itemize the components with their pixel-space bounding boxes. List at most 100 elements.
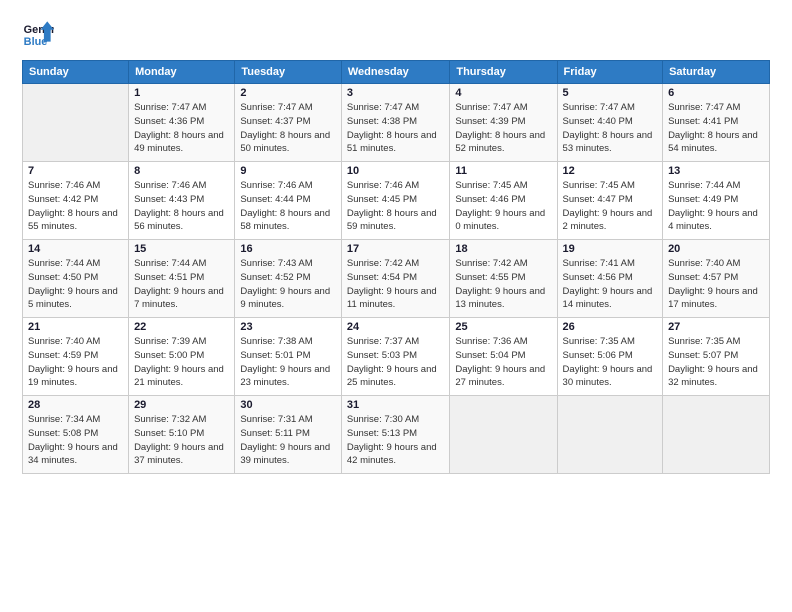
calendar-week-row: 1 Sunrise: 7:47 AMSunset: 4:36 PMDaylight… bbox=[23, 84, 770, 162]
day-info: Sunrise: 7:45 AMSunset: 4:46 PMDaylight:… bbox=[455, 179, 551, 234]
day-info: Sunrise: 7:46 AMSunset: 4:44 PMDaylight:… bbox=[240, 179, 336, 234]
calendar-cell: 28 Sunrise: 7:34 AMSunset: 5:08 PMDayligh… bbox=[23, 396, 129, 474]
day-number: 25 bbox=[455, 321, 551, 333]
day-info: Sunrise: 7:31 AMSunset: 5:11 PMDaylight:… bbox=[240, 413, 336, 468]
day-number: 1 bbox=[134, 87, 229, 99]
page: General Blue SundayMondayTuesdayWednesda… bbox=[0, 0, 792, 612]
calendar-cell bbox=[450, 396, 557, 474]
day-number: 3 bbox=[347, 87, 445, 99]
calendar-cell: 23 Sunrise: 7:38 AMSunset: 5:01 PMDayligh… bbox=[235, 318, 342, 396]
day-number: 26 bbox=[563, 321, 658, 333]
day-number: 30 bbox=[240, 399, 336, 411]
day-info: Sunrise: 7:46 AMSunset: 4:45 PMDaylight:… bbox=[347, 179, 445, 234]
day-number: 8 bbox=[134, 165, 229, 177]
calendar-cell: 10 Sunrise: 7:46 AMSunset: 4:45 PMDayligh… bbox=[341, 162, 450, 240]
calendar-week-row: 21 Sunrise: 7:40 AMSunset: 4:59 PMDayligh… bbox=[23, 318, 770, 396]
day-number: 20 bbox=[668, 243, 764, 255]
day-number: 16 bbox=[240, 243, 336, 255]
calendar-cell: 31 Sunrise: 7:30 AMSunset: 5:13 PMDayligh… bbox=[341, 396, 450, 474]
calendar-cell: 16 Sunrise: 7:43 AMSunset: 4:52 PMDayligh… bbox=[235, 240, 342, 318]
calendar-cell: 18Sunrise: 7:42 AMSunset: 4:55 PMDayligh… bbox=[450, 240, 557, 318]
svg-text:Blue: Blue bbox=[24, 36, 48, 48]
day-info: Sunrise: 7:44 AMSunset: 4:51 PMDaylight:… bbox=[134, 257, 229, 312]
day-info: Sunrise: 7:32 AMSunset: 5:10 PMDaylight:… bbox=[134, 413, 229, 468]
day-number: 6 bbox=[668, 87, 764, 99]
day-info: Sunrise: 7:47 AMSunset: 4:38 PMDaylight:… bbox=[347, 101, 445, 156]
calendar-cell: 3 Sunrise: 7:47 AMSunset: 4:38 PMDaylight… bbox=[341, 84, 450, 162]
day-info: Sunrise: 7:30 AMSunset: 5:13 PMDaylight:… bbox=[347, 413, 445, 468]
day-number: 22 bbox=[134, 321, 229, 333]
weekday-header-saturday: Saturday bbox=[663, 61, 770, 84]
day-info: Sunrise: 7:47 AMSunset: 4:41 PMDaylight:… bbox=[668, 101, 764, 156]
day-info: Sunrise: 7:34 AMSunset: 5:08 PMDaylight:… bbox=[28, 413, 123, 468]
calendar-cell: 19 Sunrise: 7:41 AMSunset: 4:56 PMDayligh… bbox=[557, 240, 663, 318]
calendar-cell: 9 Sunrise: 7:46 AMSunset: 4:44 PMDaylight… bbox=[235, 162, 342, 240]
calendar-cell: 24 Sunrise: 7:37 AMSunset: 5:03 PMDayligh… bbox=[341, 318, 450, 396]
day-info: Sunrise: 7:43 AMSunset: 4:52 PMDaylight:… bbox=[240, 257, 336, 312]
calendar-cell: 25 Sunrise: 7:36 AMSunset: 5:04 PMDayligh… bbox=[450, 318, 557, 396]
calendar-cell: 26 Sunrise: 7:35 AMSunset: 5:06 PMDayligh… bbox=[557, 318, 663, 396]
calendar-cell bbox=[557, 396, 663, 474]
weekday-header-thursday: Thursday bbox=[450, 61, 557, 84]
logo-icon: General Blue bbox=[22, 18, 54, 50]
day-info: Sunrise: 7:46 AMSunset: 4:42 PMDaylight:… bbox=[28, 179, 123, 234]
day-number: 19 bbox=[563, 243, 658, 255]
weekday-header-row: SundayMondayTuesdayWednesdayThursdayFrid… bbox=[23, 61, 770, 84]
calendar-cell: 21 Sunrise: 7:40 AMSunset: 4:59 PMDayligh… bbox=[23, 318, 129, 396]
day-number: 27 bbox=[668, 321, 764, 333]
calendar-cell: 14 Sunrise: 7:44 AMSunset: 4:50 PMDayligh… bbox=[23, 240, 129, 318]
calendar-cell: 7Sunrise: 7:46 AMSunset: 4:42 PMDaylight… bbox=[23, 162, 129, 240]
calendar-cell: 2 Sunrise: 7:47 AMSunset: 4:37 PMDaylight… bbox=[235, 84, 342, 162]
day-info: Sunrise: 7:45 AMSunset: 4:47 PMDaylight:… bbox=[563, 179, 658, 234]
day-number: 2 bbox=[240, 87, 336, 99]
weekday-header-friday: Friday bbox=[557, 61, 663, 84]
day-info: Sunrise: 7:40 AMSunset: 4:57 PMDaylight:… bbox=[668, 257, 764, 312]
day-info: Sunrise: 7:44 AMSunset: 4:49 PMDaylight:… bbox=[668, 179, 764, 234]
day-number: 14 bbox=[28, 243, 123, 255]
calendar-cell: 13 Sunrise: 7:44 AMSunset: 4:49 PMDayligh… bbox=[663, 162, 770, 240]
day-number: 13 bbox=[668, 165, 764, 177]
day-info: Sunrise: 7:37 AMSunset: 5:03 PMDaylight:… bbox=[347, 335, 445, 390]
calendar-table: SundayMondayTuesdayWednesdayThursdayFrid… bbox=[22, 60, 770, 474]
day-info: Sunrise: 7:47 AMSunset: 4:39 PMDaylight:… bbox=[455, 101, 551, 156]
calendar-week-row: 14 Sunrise: 7:44 AMSunset: 4:50 PMDayligh… bbox=[23, 240, 770, 318]
calendar-cell: 22 Sunrise: 7:39 AMSunset: 5:00 PMDayligh… bbox=[129, 318, 235, 396]
day-info: Sunrise: 7:36 AMSunset: 5:04 PMDaylight:… bbox=[455, 335, 551, 390]
calendar-cell: 15 Sunrise: 7:44 AMSunset: 4:51 PMDayligh… bbox=[129, 240, 235, 318]
day-info: Sunrise: 7:47 AMSunset: 4:36 PMDaylight:… bbox=[134, 101, 229, 156]
day-info: Sunrise: 7:41 AMSunset: 4:56 PMDaylight:… bbox=[563, 257, 658, 312]
calendar-cell bbox=[23, 84, 129, 162]
day-info: Sunrise: 7:44 AMSunset: 4:50 PMDaylight:… bbox=[28, 257, 123, 312]
logo: General Blue bbox=[22, 18, 54, 50]
day-number: 23 bbox=[240, 321, 336, 333]
day-number: 18 bbox=[455, 243, 551, 255]
calendar-cell: 8 Sunrise: 7:46 AMSunset: 4:43 PMDaylight… bbox=[129, 162, 235, 240]
calendar-cell: 20 Sunrise: 7:40 AMSunset: 4:57 PMDayligh… bbox=[663, 240, 770, 318]
day-number: 10 bbox=[347, 165, 445, 177]
calendar-cell bbox=[663, 396, 770, 474]
day-number: 4 bbox=[455, 87, 551, 99]
calendar-cell: 11 Sunrise: 7:45 AMSunset: 4:46 PMDayligh… bbox=[450, 162, 557, 240]
day-number: 11 bbox=[455, 165, 551, 177]
calendar-cell: 29Sunrise: 7:32 AMSunset: 5:10 PMDayligh… bbox=[129, 396, 235, 474]
day-number: 17 bbox=[347, 243, 445, 255]
day-number: 21 bbox=[28, 321, 123, 333]
day-info: Sunrise: 7:40 AMSunset: 4:59 PMDaylight:… bbox=[28, 335, 123, 390]
day-info: Sunrise: 7:39 AMSunset: 5:00 PMDaylight:… bbox=[134, 335, 229, 390]
day-number: 31 bbox=[347, 399, 445, 411]
day-info: Sunrise: 7:46 AMSunset: 4:43 PMDaylight:… bbox=[134, 179, 229, 234]
day-info: Sunrise: 7:35 AMSunset: 5:06 PMDaylight:… bbox=[563, 335, 658, 390]
day-info: Sunrise: 7:35 AMSunset: 5:07 PMDaylight:… bbox=[668, 335, 764, 390]
day-info: Sunrise: 7:47 AMSunset: 4:37 PMDaylight:… bbox=[240, 101, 336, 156]
calendar-week-row: 7Sunrise: 7:46 AMSunset: 4:42 PMDaylight… bbox=[23, 162, 770, 240]
day-number: 24 bbox=[347, 321, 445, 333]
header: General Blue bbox=[22, 18, 770, 50]
day-number: 15 bbox=[134, 243, 229, 255]
weekday-header-monday: Monday bbox=[129, 61, 235, 84]
calendar-cell: 30 Sunrise: 7:31 AMSunset: 5:11 PMDayligh… bbox=[235, 396, 342, 474]
day-info: Sunrise: 7:38 AMSunset: 5:01 PMDaylight:… bbox=[240, 335, 336, 390]
day-number: 9 bbox=[240, 165, 336, 177]
calendar-cell: 27 Sunrise: 7:35 AMSunset: 5:07 PMDayligh… bbox=[663, 318, 770, 396]
day-info: Sunrise: 7:47 AMSunset: 4:40 PMDaylight:… bbox=[563, 101, 658, 156]
day-number: 28 bbox=[28, 399, 123, 411]
